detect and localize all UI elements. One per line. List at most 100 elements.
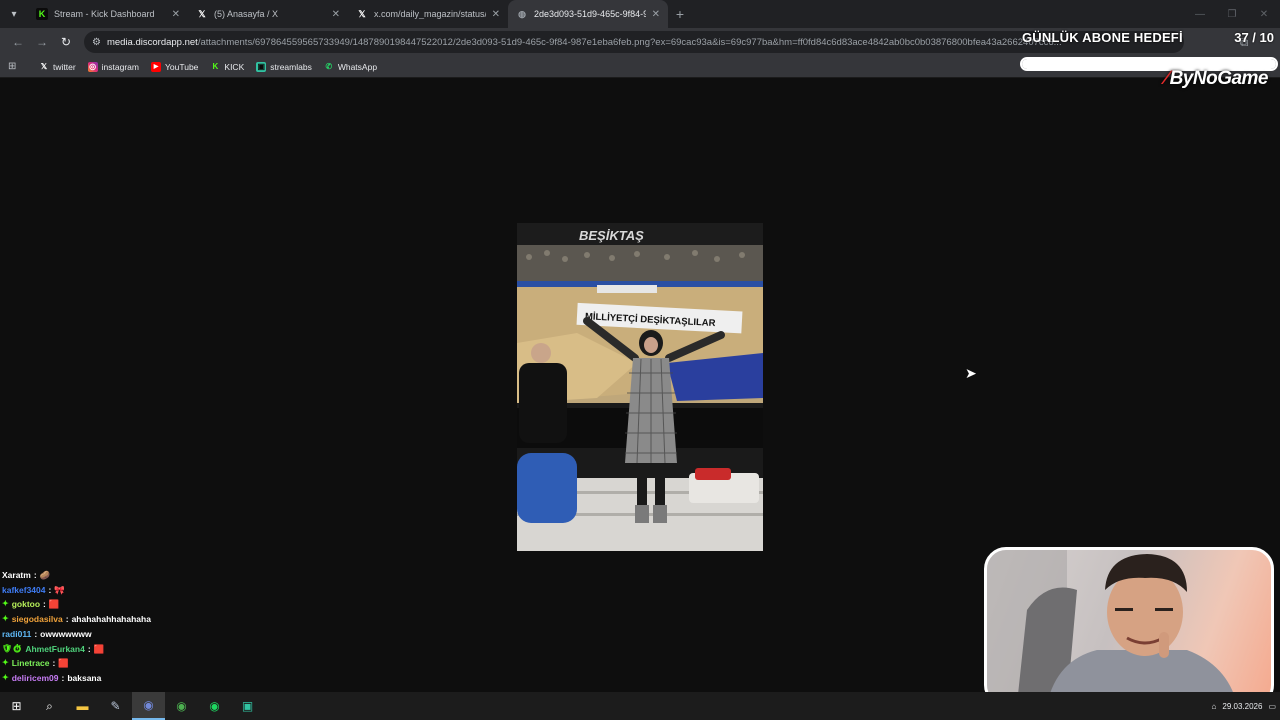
bookmark-twitter[interactable]: 𝕏twitter <box>34 60 81 74</box>
url-path: /attachments/697864559565733949/14878901… <box>197 36 1062 48</box>
discord-icon[interactable]: ◉ <box>132 692 165 720</box>
image-icon: ◍ <box>518 8 526 19</box>
tab-x-status[interactable]: 𝕏 x.com/daily_magazin/status/20 ✕ <box>348 0 508 28</box>
tab-kick-dashboard[interactable]: K Stream - Kick Dashboard ✕ <box>28 0 188 28</box>
webcam-illustration <box>987 550 1237 704</box>
bookmark-label: streamlabs <box>270 61 312 72</box>
chat-username[interactable]: siegodasilva <box>12 612 63 627</box>
chat-username[interactable]: goktoo <box>12 597 40 612</box>
tab-x-home[interactable]: 𝕏 (5) Anasayfa / X ✕ <box>188 0 348 28</box>
close-icon[interactable]: ✕ <box>492 9 500 20</box>
chat-text: 🟥 <box>58 658 69 669</box>
file-explorer-icon[interactable]: ▬ <box>66 692 99 720</box>
chat-message: ✦ Linetrace: 🟥 <box>2 656 262 671</box>
kick-icon: K <box>212 62 219 71</box>
brand-name: ByNoGame <box>1169 68 1269 89</box>
close-window-button[interactable]: ✕ <box>1248 0 1280 28</box>
url-text: media.discordapp.net/attachments/6978645… <box>107 37 1062 48</box>
chat-badge-icon: ✦ <box>2 658 9 668</box>
chat-message: Xaratm: 🥔 <box>2 568 262 583</box>
forward-button[interactable]: → <box>30 30 54 54</box>
maximize-button[interactable]: ❐ <box>1216 0 1248 28</box>
x-icon: 𝕏 <box>40 62 48 71</box>
bookmark-instagram[interactable]: ◎ instagram <box>83 60 144 74</box>
chat-username[interactable]: Xaratm <box>2 568 31 583</box>
tab-strip: ▾ K Stream - Kick Dashboard ✕ 𝕏 (5) Anas… <box>0 0 1280 28</box>
chat-text: baksana <box>67 672 102 683</box>
close-icon[interactable]: ✕ <box>332 9 340 20</box>
chat-text: 🥔 <box>39 570 51 580</box>
chat-text: owwwwwww <box>40 628 92 639</box>
app-icon[interactable]: ✎ <box>99 692 132 720</box>
streamlabs-icon: ▣ <box>256 61 267 72</box>
notification-icon[interactable]: ▭ <box>1268 702 1276 711</box>
chat-text: ahahahahhahahaha <box>71 614 151 625</box>
webcam-feed <box>984 547 1274 707</box>
windows-taskbar: ⊞ ⌕ ▬ ✎ ◉ ◉ ◉ ▣ ⌂ 29.03.2026 ▭ <box>0 692 1280 720</box>
instagram-icon: ◎ <box>87 61 98 72</box>
chat-username[interactable]: kafkef3404 <box>2 583 45 598</box>
bookmark-streamlabs[interactable]: ▣ streamlabs <box>251 60 317 74</box>
apps-grid-icon[interactable]: ⊞ <box>8 61 22 72</box>
new-tab-button[interactable]: + <box>668 0 692 28</box>
bookmark-label: WhatsApp <box>337 61 378 72</box>
chat-message: kafkef3404: 🎀 <box>2 583 262 598</box>
x-icon: 𝕏 <box>358 8 366 19</box>
chat-separator: : <box>61 672 65 683</box>
back-button[interactable]: ← <box>6 30 30 54</box>
chat-username[interactable]: radi011 <box>2 627 31 642</box>
tab-title: Stream - Kick Dashboard <box>54 9 155 19</box>
bookmark-label: KICK <box>224 61 245 72</box>
bookmark-label: YouTube <box>165 61 199 72</box>
subscriber-goal-widget: GÜNLÜK ABONE HEDEFİ 37 / 10 ⁄ ByNoGame <box>1018 28 1280 90</box>
chat-username[interactable]: Linetrace <box>12 656 50 671</box>
close-icon[interactable]: ✕ <box>652 9 660 20</box>
displayed-photo[interactable]: BEŞİKTAŞ MİLLİYETÇİ DEŞİKTAŞLILAR <box>517 223 763 551</box>
tab-image[interactable]: ◍ 2de3d093-51d9-465c-9f84-987 ✕ <box>508 0 668 28</box>
clock[interactable]: 29.03.2026 <box>1222 702 1262 711</box>
bookmark-label: twitter <box>53 61 76 72</box>
chrome-icon[interactable]: ◉ <box>165 692 198 720</box>
tab-search-icon[interactable]: ▾ <box>0 0 28 28</box>
close-icon[interactable]: ✕ <box>172 9 180 20</box>
bookmark-whatsapp[interactable]: ✆ WhatsApp <box>319 60 382 74</box>
chat-separator: : <box>33 570 37 580</box>
window-controls: — ❐ ✕ <box>1184 0 1280 28</box>
brand-mark-icon: ⁄ <box>1164 68 1168 89</box>
chat-message: ✦ deliricem09: baksana <box>2 671 262 686</box>
brand-logo: ⁄ ByNoGame <box>1164 68 1269 90</box>
chat-text: 🟥 <box>48 599 60 610</box>
chat-separator: : <box>65 614 69 625</box>
chat-message: ✦ goktoo: 🟥 <box>2 597 262 612</box>
reload-button[interactable]: ↻ <box>54 30 78 54</box>
search-icon[interactable]: ⌕ <box>33 692 66 720</box>
bookmark-label: instagram <box>101 61 139 72</box>
goal-title: GÜNLÜK ABONE HEDEFİ <box>1022 30 1183 45</box>
youtube-icon: ▶ <box>151 61 161 72</box>
photo-illustration: BEŞİKTAŞ MİLLİYETÇİ DEŞİKTAŞLILAR <box>517 223 763 551</box>
spotify-icon[interactable]: ◉ <box>198 692 231 720</box>
network-icon[interactable]: ⌂ <box>1212 702 1217 711</box>
arena-banner: BEŞİKTAŞ <box>579 228 644 243</box>
chat-text: 🎀 <box>54 584 65 595</box>
chat-badge-icon: ✦ <box>2 599 9 609</box>
chat-badge-icon: ✦ <box>2 614 9 624</box>
chat-badge-icon: ✦ <box>2 672 9 682</box>
stream-chat-overlay: Xaratm: 🥔 kafkef3404: 🎀 ✦ goktoo: 🟥 ✦ siegodasil… <box>2 568 262 686</box>
minimize-button[interactable]: — <box>1184 0 1216 28</box>
bookmark-kick[interactable]: K KICK <box>205 60 249 74</box>
chat-username[interactable]: AhmetFurkan4 <box>25 642 85 657</box>
mouse-cursor: ➤ <box>965 365 977 381</box>
site-info-icon[interactable]: ⚙ <box>92 37 101 48</box>
x-icon: 𝕏 <box>198 8 206 19</box>
chat-separator: : <box>43 599 46 610</box>
bookmark-youtube[interactable]: ▶ YouTube <box>146 60 203 74</box>
chat-message: ✦ siegodasilva: ahahahahhahahaha <box>2 612 262 627</box>
chat-separator: : <box>87 643 91 654</box>
url-host: media.discordapp.net <box>106 36 198 48</box>
chat-username[interactable]: deliricem09 <box>12 671 59 686</box>
start-button[interactable]: ⊞ <box>0 692 33 720</box>
chat-badge-icon: 🛡⏱ <box>2 643 23 653</box>
streamlabs-icon[interactable]: ▣ <box>231 692 264 720</box>
date-text: 29.03.2026 <box>1222 701 1263 711</box>
